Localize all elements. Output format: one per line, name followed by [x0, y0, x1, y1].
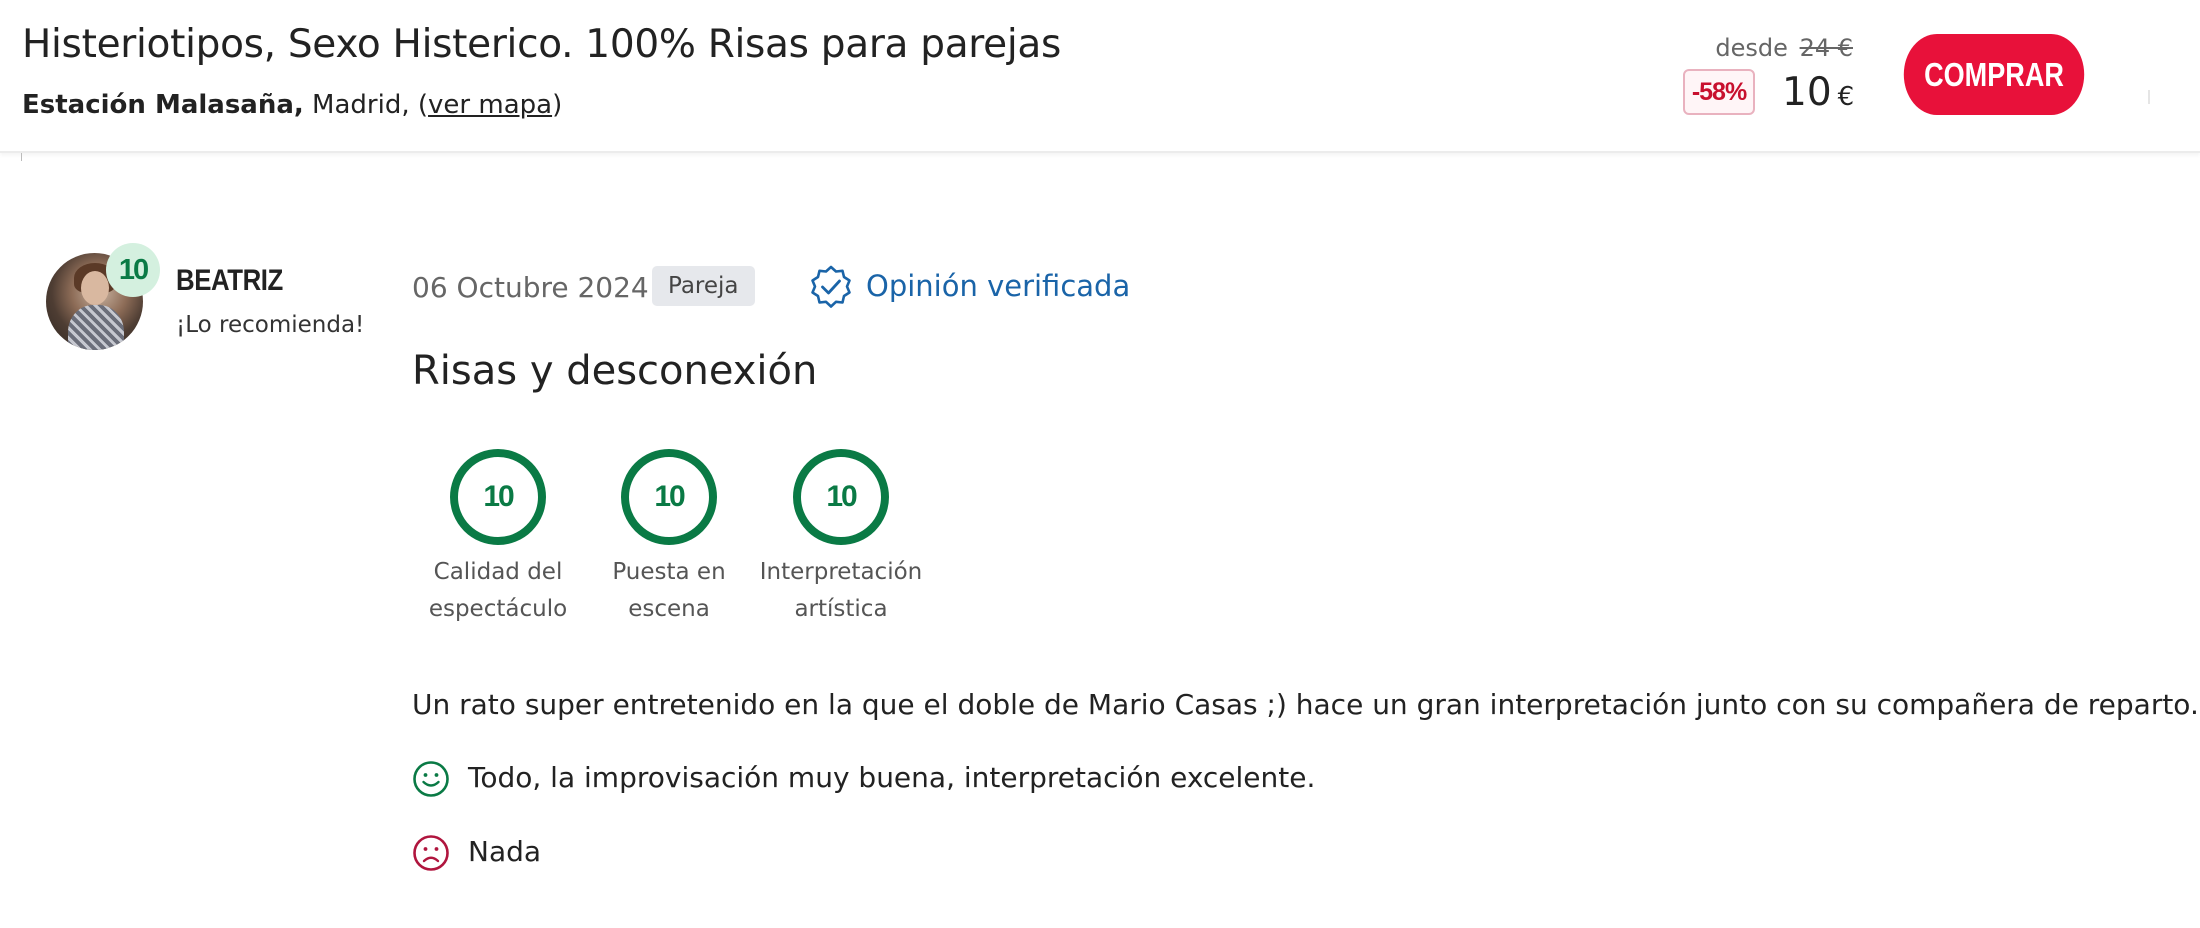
event-header: Histeriotipos, Sexo Histerico. 100% Risa…: [0, 0, 2200, 153]
rating-show-quality: 10 Calidad del espectáculo: [412, 449, 584, 628]
venue-city: Madrid, (: [303, 90, 429, 120]
event-title: Histeriotipos, Sexo Histerico. 100% Risa…: [22, 22, 1062, 67]
recommendation-text: ¡Lo recomienda!: [176, 312, 365, 338]
buy-button[interactable]: COMPRAR: [1903, 34, 2085, 115]
map-link-close: ): [552, 90, 563, 120]
price-currency: €: [1837, 82, 1855, 112]
price-from-label: desde: [1715, 34, 1788, 62]
price-from: desde 24 €: [1715, 34, 1853, 62]
review-date: 06 Octubre 2024: [412, 271, 649, 304]
rating-label: Calidad del espectáculo: [428, 559, 568, 622]
current-price: 10 €: [1782, 70, 1854, 115]
verified-label: Opinión verificada: [866, 269, 1131, 303]
rating-artistic-performance: 10 Interpretación artística: [755, 449, 927, 628]
frown-icon: [413, 835, 449, 871]
rating-score: 10: [621, 449, 717, 545]
rating-staging: 10 Puesta en escena: [583, 449, 755, 628]
original-price: 24 €: [1799, 34, 1853, 62]
review-title: Risas y desconexión: [412, 348, 818, 394]
discount-badge: -58%: [1683, 69, 1755, 115]
positive-text: Todo, la improvisación muy buena, interp…: [468, 761, 1316, 794]
venue-name: Estación Malasaña,: [22, 90, 304, 120]
rating-label: Puesta en escena: [612, 559, 726, 622]
scroll-marker: [21, 153, 22, 161]
review-comment: Un rato super entretenido en la que el d…: [412, 688, 2199, 721]
rating-score: 10: [450, 449, 546, 545]
verified-badge-icon: [811, 265, 851, 308]
rating-score: 10: [793, 449, 889, 545]
audience-tag: Pareja: [652, 266, 755, 306]
price-value: 10: [1782, 70, 1832, 115]
event-location: Estación Malasaña, Madrid, (ver mapa): [22, 90, 562, 120]
smile-icon: [413, 761, 449, 797]
map-link[interactable]: ver mapa: [428, 90, 552, 120]
reviewer-name: BEATRIZ: [176, 264, 283, 297]
header-divider: [2148, 90, 2150, 104]
rating-label: Interpretación artística: [759, 559, 923, 622]
negative-text: Nada: [468, 835, 542, 868]
user-score-badge: 10: [106, 243, 160, 297]
